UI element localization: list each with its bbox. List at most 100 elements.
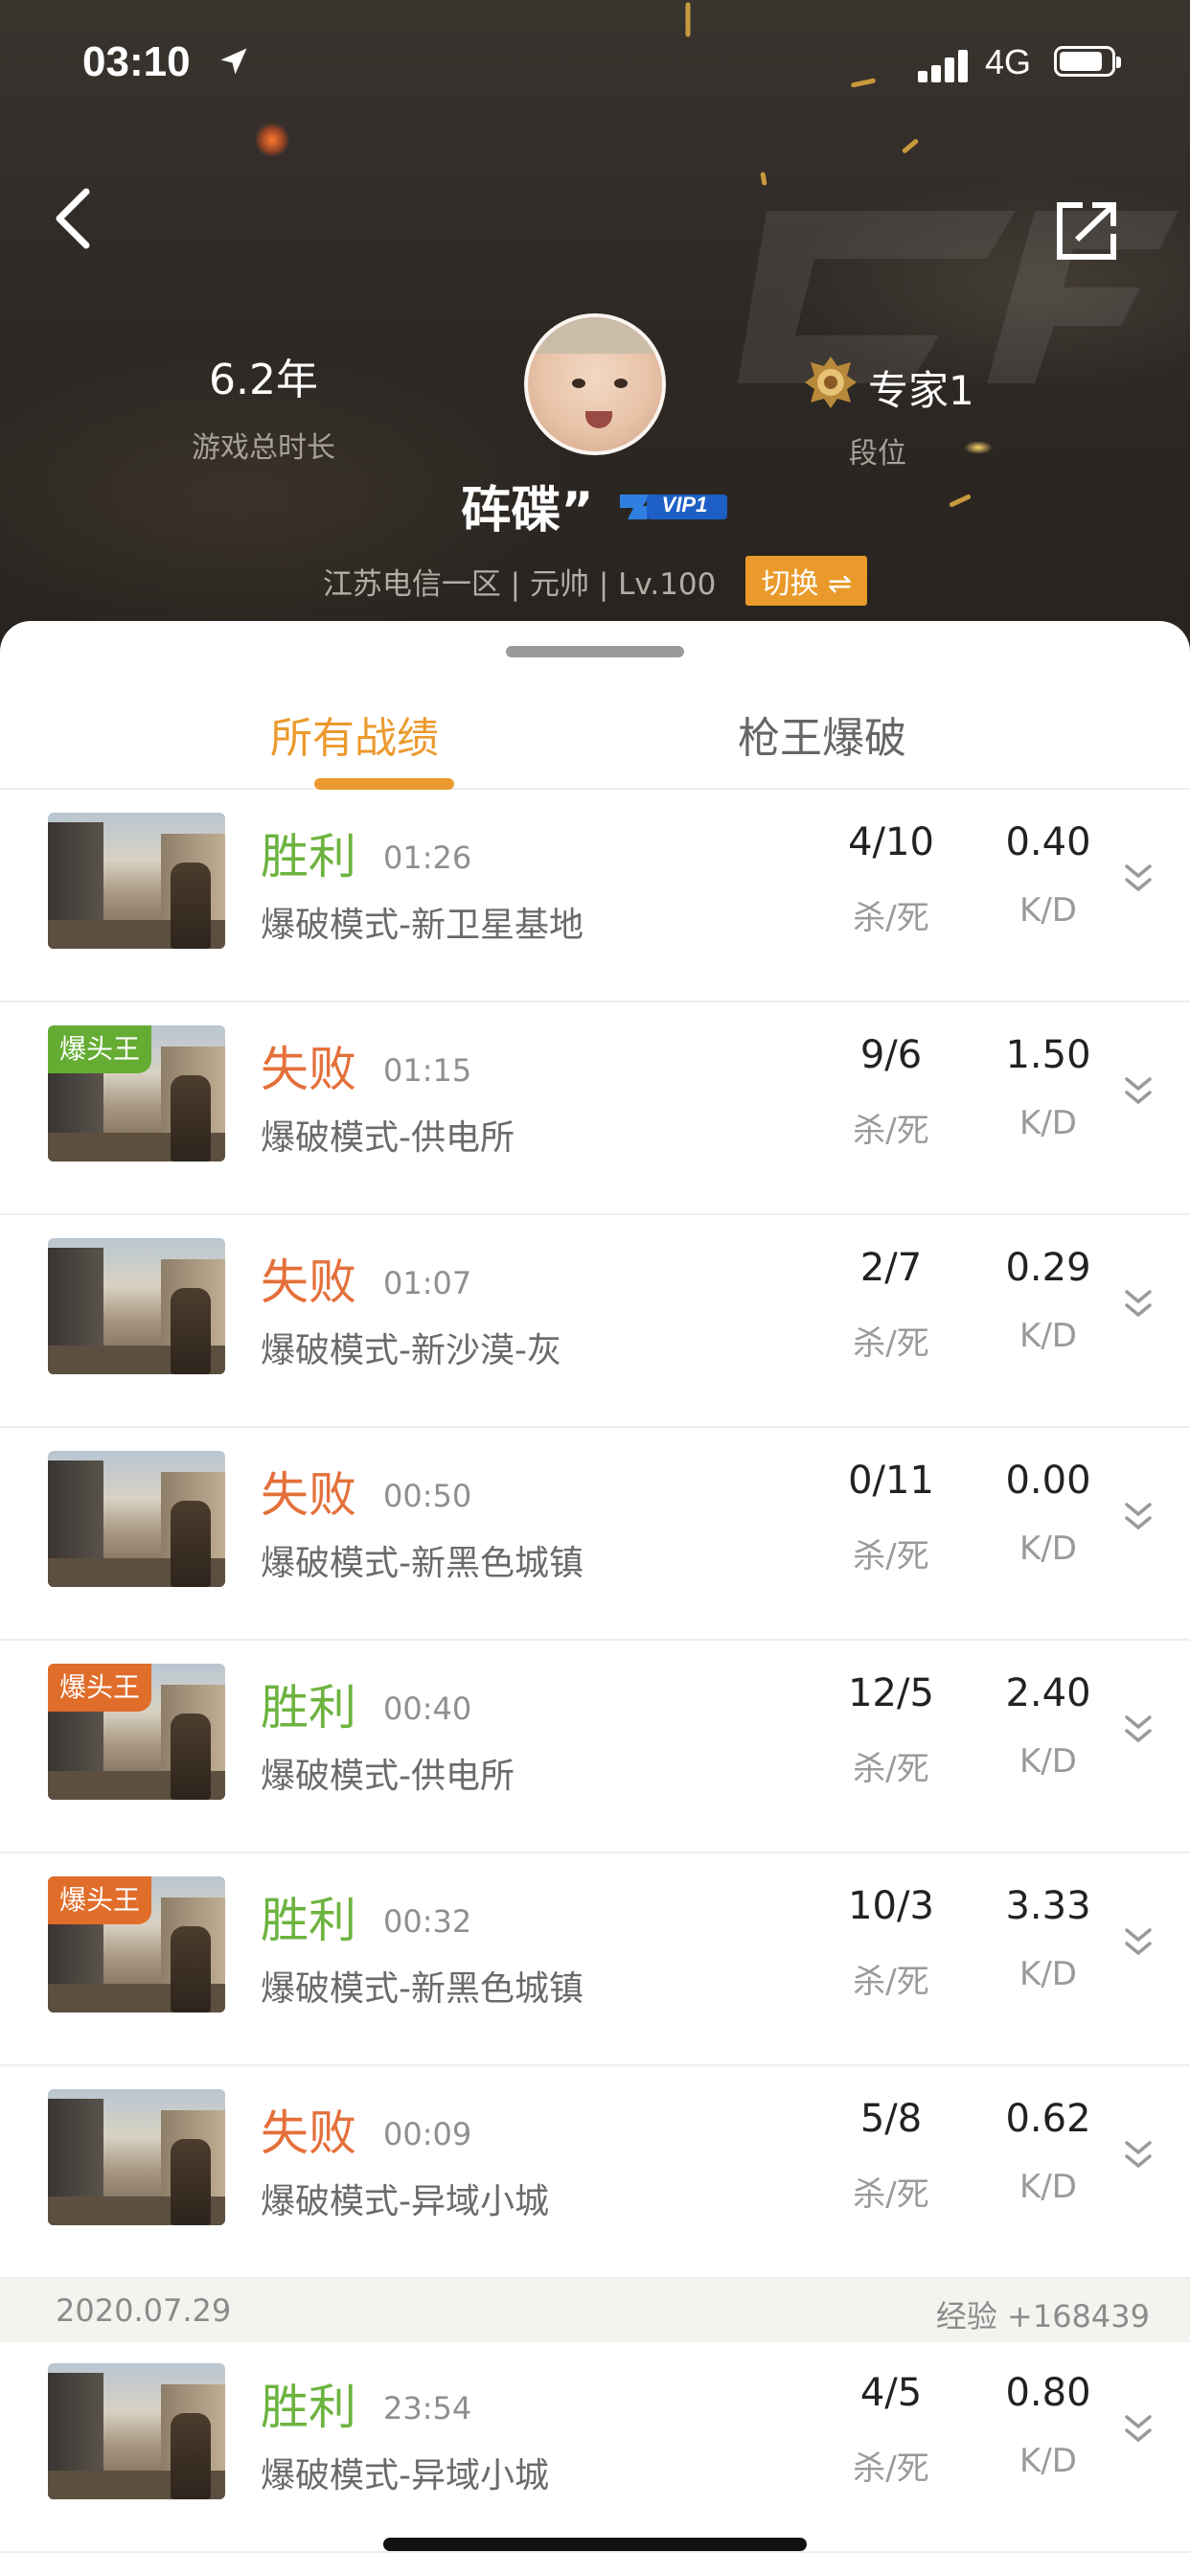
- match-result: 失败: [261, 2105, 356, 2161]
- kd-ratio-value: 0.29: [1005, 1246, 1091, 1290]
- play-time-stat: 6.2年 游戏总时长: [144, 345, 383, 466]
- match-row[interactable]: 失败 00:09 爆破模式-异域小城 5/8 杀/死 0.62 K/D: [0, 2068, 1190, 2279]
- match-mode: 爆破模式-新沙漠-灰: [261, 1331, 561, 1370]
- spark-decoration: [255, 123, 289, 157]
- expand-chevron-icon[interactable]: [1121, 2409, 1156, 2448]
- match-row[interactable]: 胜利 01:26 爆破模式-新卫星基地 4/10 杀/死 0.40 K/D: [0, 792, 1190, 1002]
- kd-ratio-label: K/D: [1019, 1742, 1077, 1781]
- kd-ratio-value: 0.00: [1005, 1459, 1091, 1503]
- map-thumbnail: [48, 2363, 225, 2499]
- match-mode: 爆破模式-异域小城: [261, 2182, 549, 2221]
- match-row[interactable]: 失败 00:50 爆破模式-新黑色城镇 0/11 杀/死 0.00 K/D: [0, 1430, 1190, 1641]
- match-mode: 爆破模式-异域小城: [261, 2456, 549, 2496]
- match-row[interactable]: 失败 01:07 爆破模式-新沙漠-灰 2/7 杀/死 0.29 K/D: [0, 1217, 1190, 1428]
- switch-button[interactable]: 切换 ⇌: [745, 556, 868, 606]
- match-mode: 爆破模式-新黑色城镇: [261, 1969, 584, 2009]
- expand-chevron-icon[interactable]: [1121, 2135, 1156, 2174]
- profile-header: 03:10 4G 6.2年 游戏总时长 专家1 段位 砗碟” VIP1 江苏电信…: [0, 0, 1190, 671]
- expand-chevron-icon[interactable]: [1121, 1922, 1156, 1961]
- match-row[interactable]: 爆头王 胜利 00:32 爆破模式-新黑色城镇 10/3 杀/死 3.33 K/D: [0, 1855, 1190, 2066]
- status-time: 03:10: [82, 38, 191, 85]
- kills-deaths-label: 杀/死: [853, 1963, 929, 2001]
- expand-chevron-icon[interactable]: [1121, 1071, 1156, 1110]
- match-time: 01:07: [383, 1265, 472, 1301]
- tab-sniper-defuse[interactable]: 枪王爆破: [738, 703, 906, 765]
- kills-deaths-label: 杀/死: [853, 899, 929, 937]
- kd-ratio-label: K/D: [1019, 1530, 1077, 1568]
- map-thumbnail: 爆头王: [48, 1664, 225, 1800]
- kd-ratio-label: K/D: [1019, 2168, 1077, 2206]
- rank-label: 段位: [849, 437, 906, 471]
- kills-deaths-label: 杀/死: [853, 1112, 929, 1150]
- separator-date: 2020.07.29: [56, 2292, 232, 2329]
- kills-deaths-label: 杀/死: [853, 1750, 929, 1788]
- kills-deaths-value: 0/11: [848, 1459, 934, 1503]
- status-bar: 03:10 4G: [0, 0, 1190, 125]
- back-icon[interactable]: [38, 172, 105, 259]
- drag-handle[interactable]: [506, 646, 684, 657]
- match-result: 失败: [261, 1254, 356, 1310]
- avatar[interactable]: [524, 313, 666, 455]
- server-info: 江苏电信一区 | 元帅 | Lv.100: [322, 566, 717, 602]
- play-time-value: 6.2年: [209, 356, 318, 404]
- tab-all-records[interactable]: 所有战绩: [270, 703, 439, 765]
- kd-ratio-value: 0.80: [1005, 2371, 1091, 2415]
- rank-value: 专家1: [868, 367, 974, 414]
- map-thumbnail: [48, 813, 225, 949]
- kills-deaths-value: 10/3: [848, 1884, 934, 1928]
- kd-ratio-label: K/D: [1019, 2442, 1077, 2480]
- match-result: 胜利: [261, 1893, 356, 1948]
- play-time-label: 游戏总时长: [192, 431, 335, 465]
- records-sheet: 所有战绩 枪王爆破 胜利 01:26 爆破模式-新卫星基地 4/10 杀/死 0.40 K/…: [0, 621, 1190, 2576]
- headshot-badge: 爆头王: [48, 1025, 152, 1073]
- map-thumbnail: [48, 1238, 225, 1374]
- kills-deaths-label: 杀/死: [853, 2450, 929, 2488]
- date-separator: 2020.07.29 经验 +168439: [0, 2279, 1190, 2342]
- map-thumbnail: 爆头王: [48, 1025, 225, 1162]
- match-time: 00:40: [383, 1690, 472, 1727]
- kills-deaths-value: 5/8: [859, 2097, 923, 2141]
- rank-medal-icon: [805, 356, 857, 408]
- kills-deaths-label: 杀/死: [853, 1537, 929, 1576]
- battery-icon: [1054, 46, 1121, 77]
- map-thumbnail: 爆头王: [48, 1876, 225, 2012]
- kd-ratio-value: 0.62: [1005, 2097, 1091, 2141]
- active-tab-indicator: [314, 778, 454, 790]
- match-result: 胜利: [261, 2380, 356, 2435]
- kd-ratio-label: K/D: [1019, 891, 1077, 930]
- location-arrow-icon: [220, 48, 247, 75]
- match-mode: 爆破模式-供电所: [261, 1118, 515, 1158]
- map-thumbnail: [48, 2089, 225, 2225]
- kd-ratio-value: 0.40: [1005, 820, 1091, 864]
- kd-ratio-label: K/D: [1019, 1104, 1077, 1142]
- vip-badge: VIP1: [618, 487, 729, 525]
- expand-chevron-icon[interactable]: [1121, 859, 1156, 897]
- record-tabs: 所有战绩 枪王爆破: [0, 675, 1190, 790]
- nickname: 砗碟”: [461, 482, 594, 540]
- kills-deaths-value: 4/5: [859, 2371, 923, 2415]
- share-icon[interactable]: [1054, 197, 1121, 264]
- kills-deaths-value: 2/7: [859, 1246, 923, 1290]
- match-result: 失败: [261, 1042, 356, 1097]
- match-row[interactable]: 胜利 23:54 爆破模式-异域小城 4/5 杀/死 0.80 K/D: [0, 2342, 1190, 2553]
- match-time: 01:15: [383, 1052, 472, 1089]
- kills-deaths-label: 杀/死: [853, 1324, 929, 1363]
- match-row[interactable]: 爆头王 胜利 00:40 爆破模式-供电所 12/5 杀/死 2.40 K/D: [0, 1643, 1190, 1853]
- map-thumbnail: [48, 1451, 225, 1587]
- match-row[interactable]: 爆头王 失败 01:15 爆破模式-供电所 9/6 杀/死 1.50 K/D: [0, 1004, 1190, 1215]
- kd-ratio-value: 1.50: [1005, 1033, 1091, 1077]
- expand-chevron-icon[interactable]: [1121, 1284, 1156, 1322]
- network-type: 4G: [985, 42, 1032, 81]
- separator-exp: 经验 +168439: [935, 2298, 1150, 2334]
- spark-decoration: [901, 138, 920, 154]
- nickname-row: 砗碟” VIP1: [0, 470, 1190, 540]
- match-time: 00:32: [383, 1903, 472, 1940]
- server-row: 江苏电信一区 | 元帅 | Lv.100 切换 ⇌: [0, 556, 1190, 606]
- match-result: 胜利: [261, 1680, 356, 1736]
- expand-chevron-icon[interactable]: [1121, 1710, 1156, 1748]
- match-time: 01:26: [383, 840, 472, 876]
- kd-ratio-label: K/D: [1019, 1317, 1077, 1355]
- match-time: 00:09: [383, 2116, 472, 2152]
- expand-chevron-icon[interactable]: [1121, 1497, 1156, 1535]
- headshot-badge: 爆头王: [48, 1876, 152, 1924]
